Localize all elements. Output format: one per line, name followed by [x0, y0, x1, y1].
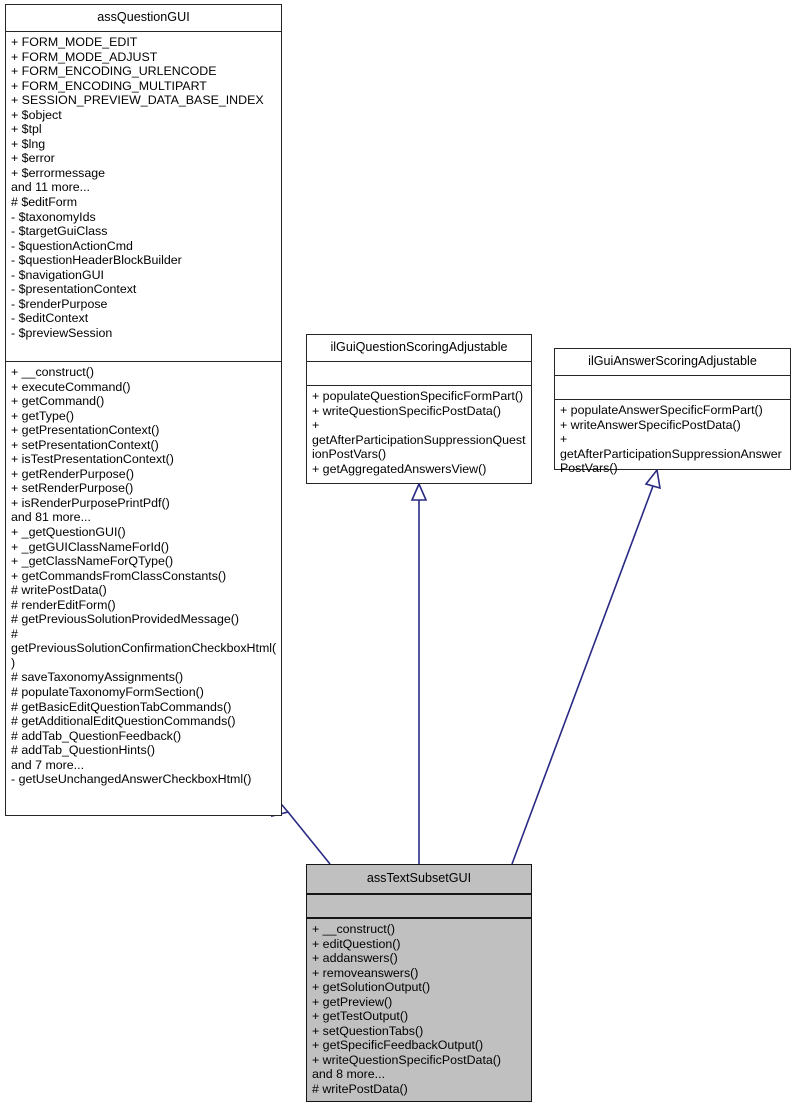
- class-member: + $tpl: [11, 122, 42, 137]
- class-operations-ilguiquestionscoringadjustable: + populateQuestionSpecificFormPart() + wr…: [307, 386, 531, 480]
- class-member: - $questionActionCmd: [11, 238, 133, 253]
- class-box-ilguiquestionscoringadjustable[interactable]: ilGuiQuestionScoringAdjustable + populat…: [306, 334, 532, 484]
- class-member: and 7 more...: [11, 757, 85, 772]
- class-member: + $error: [11, 151, 55, 166]
- class-attributes-asstextsubsetgui: [307, 895, 531, 919]
- class-member: # getPreviousSolutionConfirmationCheckbo…: [11, 626, 277, 670]
- class-attributes-ilguianswerscoringadjustable: [555, 376, 790, 400]
- class-title-asstextsubsetgui: assTextSubsetGUI: [307, 865, 531, 895]
- class-member: # addTab_QuestionFeedback(): [11, 728, 182, 743]
- class-member: + _getClassNameForQType(): [11, 554, 174, 569]
- class-member: + getPresentationContext(): [11, 423, 160, 438]
- class-member: + getSpecificFeedbackOutput(): [312, 1038, 484, 1053]
- class-member: - $navigationGUI: [11, 267, 104, 282]
- class-member: + getType(): [11, 408, 75, 423]
- edge-asstextsubsetgui-to-ilguianswerscoringadjustable: [511, 468, 661, 865]
- class-member: - $renderPurpose: [11, 296, 108, 311]
- class-member: + $lng: [11, 136, 46, 151]
- class-member: - $presentationContext: [11, 282, 137, 297]
- class-member: + SESSION_PREVIEW_DATA_BASE_INDEX: [11, 93, 264, 108]
- class-member: + writeAnswerSpecificPostData(): [560, 417, 741, 432]
- class-member: # getPreviousSolutionProvidedMessage(): [11, 612, 239, 627]
- class-title-assquestiongui: assQuestionGUI: [6, 5, 281, 32]
- class-member: + getAfterParticipationSuppressionAnswer…: [560, 432, 782, 476]
- class-member: + editQuestion(): [312, 936, 401, 951]
- class-member: + FORM_ENCODING_MULTIPART: [11, 78, 207, 93]
- class-member: + getCommandsFromClassConstants(): [11, 568, 227, 583]
- class-member: # saveTaxonomyAssignments(): [11, 670, 184, 685]
- class-member: - $taxonomyIds: [11, 209, 96, 224]
- class-member: + setPresentationContext(): [11, 437, 159, 452]
- class-member: # writePostData(): [312, 1082, 408, 1097]
- class-member: + removeanswers(): [312, 965, 419, 980]
- class-member: + setRenderPurpose(): [11, 481, 134, 496]
- class-member: + $errormessage: [11, 165, 106, 180]
- class-member: + writeQuestionSpecificPostData(): [312, 403, 502, 418]
- class-title-ilguianswerscoringadjustable: ilGuiAnswerScoringAdjustable: [555, 349, 790, 376]
- class-member: and 81 more...: [11, 510, 91, 525]
- class-member: + getAfterParticipationSuppressionQuesti…: [312, 418, 526, 462]
- class-member: + populateAnswerSpecificFormPart(): [560, 403, 763, 417]
- class-member: and 8 more...: [312, 1067, 386, 1082]
- class-box-ilguianswerscoringadjustable[interactable]: ilGuiAnswerScoringAdjustable + populateA…: [554, 348, 791, 475]
- class-member: - $questionHeaderBlockBuilder: [11, 253, 182, 268]
- class-member: + $object: [11, 107, 62, 122]
- class-member: - getUseUnchangedAnswerCheckboxHtml(): [11, 772, 252, 787]
- class-member: + getSolutionOutput(): [312, 980, 431, 995]
- class-member: + addanswers(): [312, 951, 398, 966]
- class-operations-ilguianswerscoringadjustable: + populateAnswerSpecificFormPart() + writ…: [555, 400, 790, 480]
- class-member: # writePostData(): [11, 583, 107, 598]
- class-member: # populateTaxonomyFormSection(): [11, 685, 204, 700]
- class-attributes-assquestiongui: + FORM_MODE_EDIT + FORM_MODE_ADJUST + FORM…: [6, 32, 281, 362]
- class-member: + FORM_MODE_EDIT: [11, 35, 138, 49]
- class-member: and 11 more...: [11, 180, 90, 195]
- class-member: + writeQuestionSpecificPostData(): [312, 1052, 502, 1067]
- class-member: + _getGUIClassNameForId(): [11, 539, 170, 554]
- class-member: # getBasicEditQuestionTabCommands(): [11, 699, 232, 714]
- class-member: - $targetGuiClass: [11, 224, 108, 239]
- class-member: + getTestOutput(): [312, 1009, 409, 1024]
- class-member: + getCommand(): [11, 394, 105, 409]
- class-member: + FORM_MODE_ADJUST: [11, 49, 158, 64]
- class-member: + __construct(): [11, 365, 94, 379]
- class-member: + isTestPresentationContext(): [11, 452, 174, 467]
- class-member: + getPreview(): [312, 994, 393, 1009]
- edge-asstextsubsetgui-to-ilguiquestionscoringadjustable: [410, 482, 428, 864]
- class-member: # addTab_QuestionHints(): [11, 743, 155, 758]
- class-member: - $previewSession: [11, 325, 113, 340]
- class-member: + populateQuestionSpecificFormPart(): [312, 389, 524, 403]
- class-member: # renderEditForm(): [11, 597, 116, 612]
- class-member: # $editForm: [11, 195, 78, 210]
- class-box-asstextsubsetgui[interactable]: assTextSubsetGUI + __construct() + editQu…: [306, 864, 532, 1102]
- class-operations-asstextsubsetgui: + __construct() + editQuestion() + addansw…: [307, 919, 531, 1101]
- class-member: + _getQuestionGUI(): [11, 525, 126, 540]
- class-member: - $editContext: [11, 311, 89, 326]
- class-member: + __construct(): [312, 922, 395, 936]
- class-title-ilguiquestionscoringadjustable: ilGuiQuestionScoringAdjustable: [307, 335, 531, 362]
- class-member: + getRenderPurpose(): [11, 466, 134, 481]
- class-attributes-ilguiquestionscoringadjustable: [307, 362, 531, 386]
- class-member: + executeCommand(): [11, 379, 131, 394]
- class-member: + FORM_ENCODING_URLENCODE: [11, 64, 217, 79]
- class-member: + setQuestionTabs(): [312, 1023, 424, 1038]
- class-box-assquestiongui[interactable]: assQuestionGUI + FORM_MODE_EDIT + FORM_MO…: [5, 4, 282, 816]
- class-member: # getAdditionalEditQuestionCommands(): [11, 714, 236, 729]
- class-member: + isRenderPurposePrintPdf(): [11, 495, 170, 510]
- class-operations-assquestiongui: + __construct() + executeCommand() + getCo…: [6, 362, 281, 791]
- class-member: + getAggregatedAnswersView(): [312, 461, 487, 476]
